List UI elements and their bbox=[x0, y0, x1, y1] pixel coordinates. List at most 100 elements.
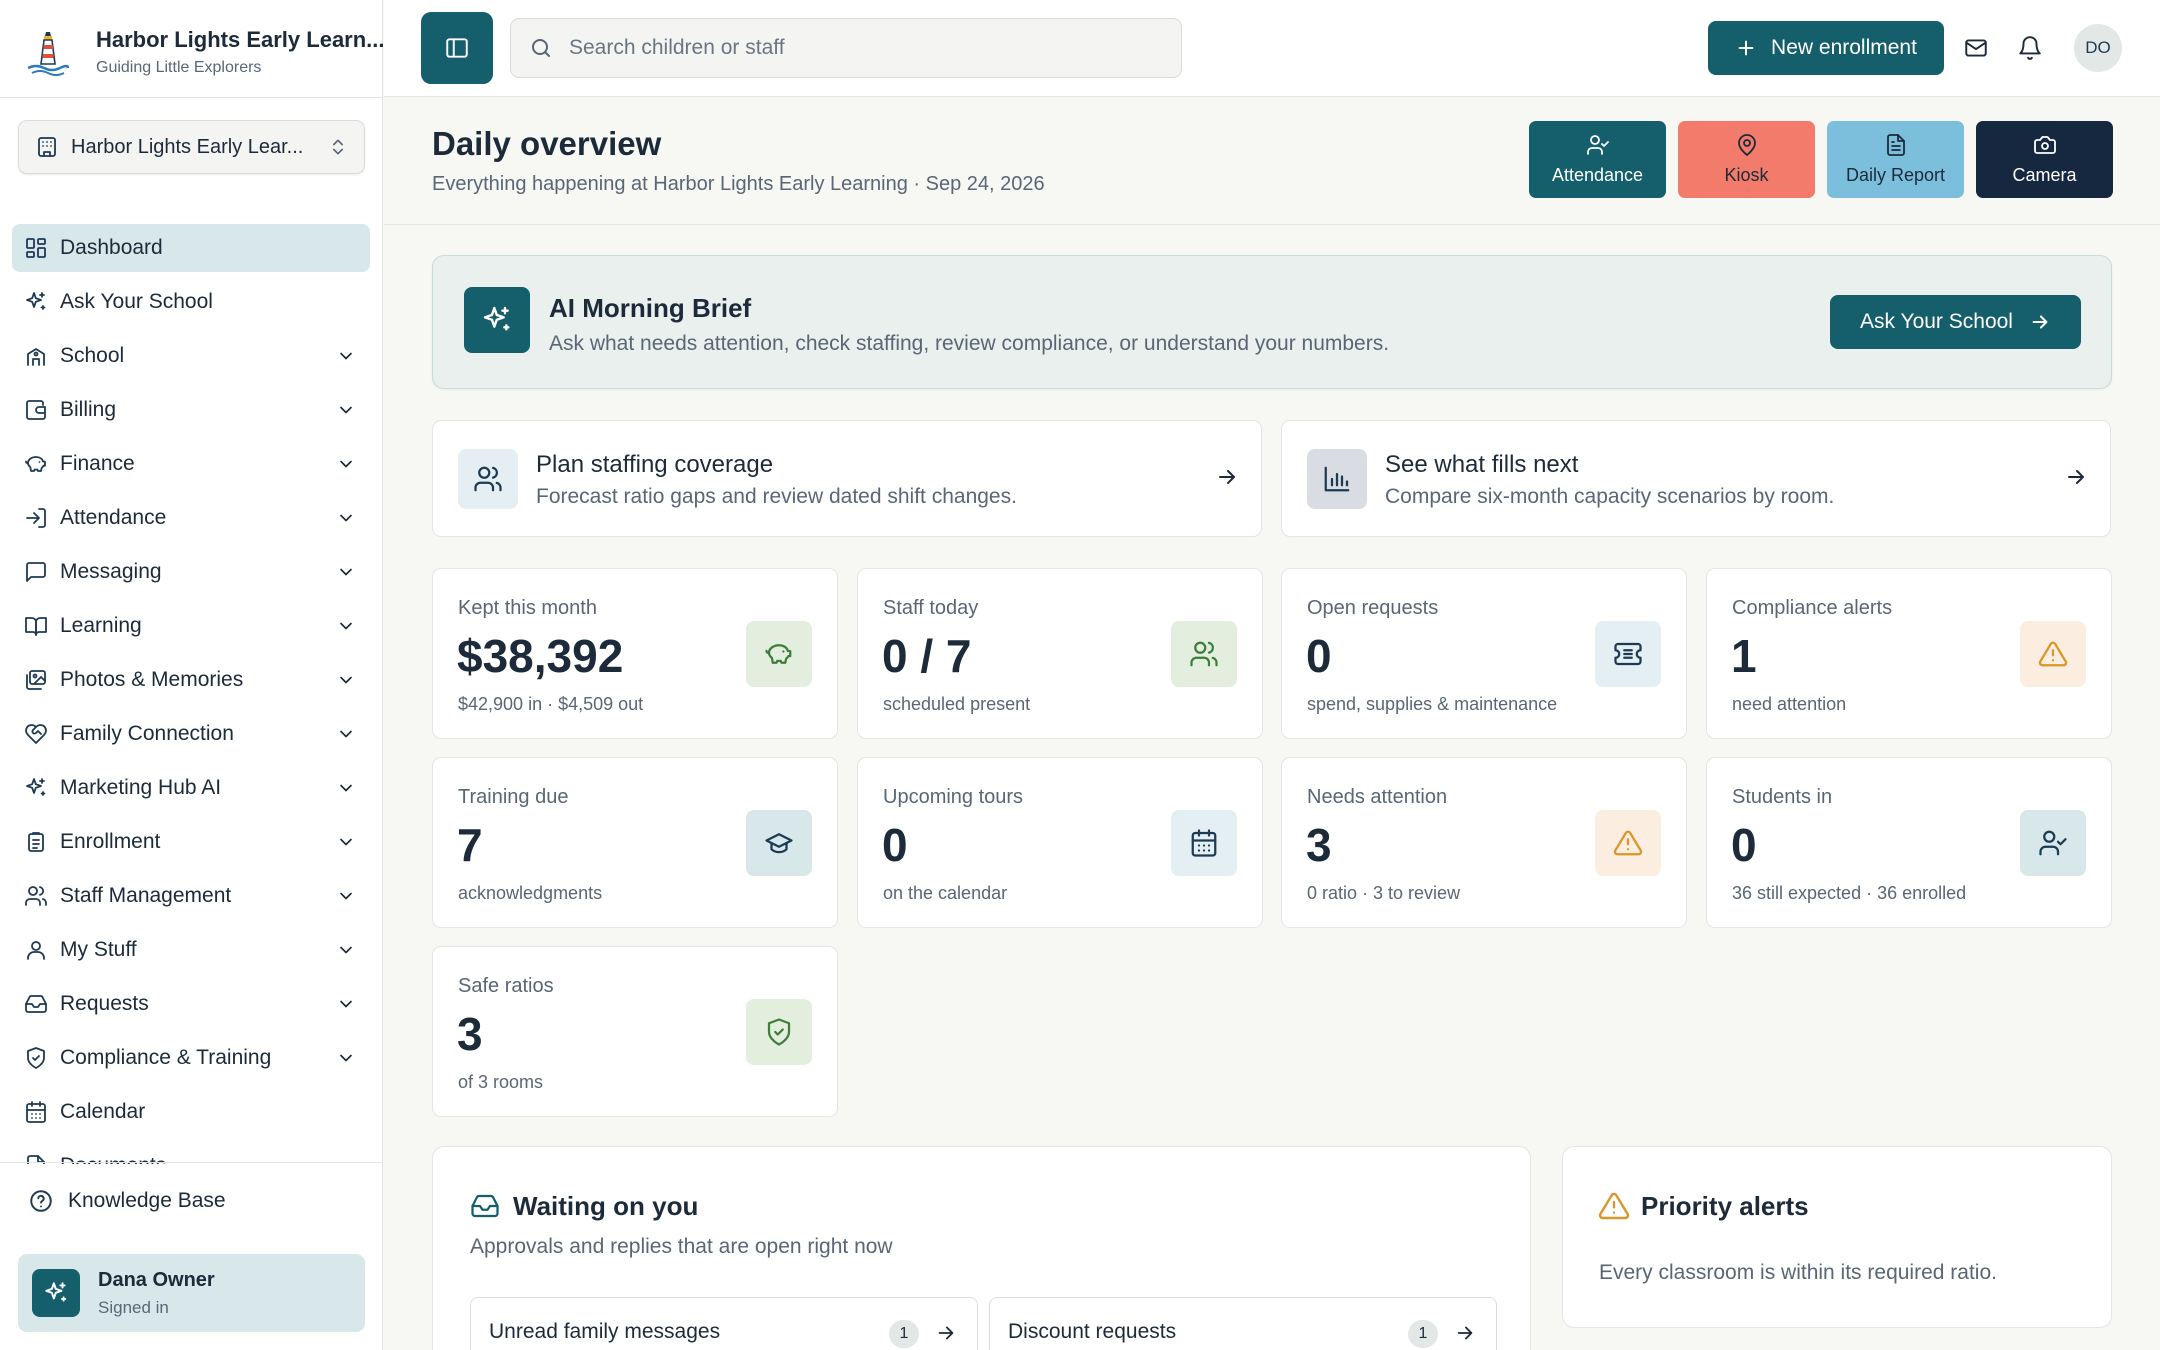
waiting-item-unread-family-messages[interactable]: Unread family messages 1 bbox=[470, 1297, 978, 1350]
stat-card-compliance-alerts[interactable]: Compliance alerts 1 need attention bbox=[1706, 568, 2112, 739]
link-card-see-what-fills-next[interactable]: See what fills next Compare six-month cap… bbox=[1281, 420, 2111, 537]
sidebar-item-documents[interactable]: Documents bbox=[12, 1142, 370, 1164]
shield-check-icon bbox=[24, 1046, 48, 1070]
user-name: Dana Owner bbox=[98, 1268, 215, 1291]
search-box[interactable] bbox=[510, 18, 1182, 78]
sidebar-item-label: Dashboard bbox=[60, 236, 163, 259]
sidebar-item-label: Enrollment bbox=[60, 830, 161, 853]
clipboard-icon bbox=[24, 830, 48, 854]
stat-subtext: $42,900 in · $4,509 out bbox=[458, 694, 644, 714]
user-avatar-button[interactable]: DO bbox=[2074, 24, 2122, 72]
topbar: New enrollment DO bbox=[384, 0, 2160, 97]
sidebar-item-label: Photos & Memories bbox=[60, 668, 244, 691]
chevron-down-icon bbox=[336, 832, 356, 852]
message-square-icon bbox=[24, 560, 48, 584]
alert-triangle-icon bbox=[1598, 1190, 1630, 1222]
stat-card-kept-this-month[interactable]: Kept this month $38,392 $42,900 in · $4,50… bbox=[432, 568, 838, 739]
sidebar-item-enrollment[interactable]: Enrollment bbox=[12, 818, 370, 866]
new-enrollment-label: New enrollment bbox=[1771, 36, 1917, 59]
stat-card-staff-today[interactable]: Staff today 0 / 7 scheduled present bbox=[857, 568, 1263, 739]
sidebar-item-attendance[interactable]: Attendance bbox=[12, 494, 370, 542]
sidebar-item-messaging[interactable]: Messaging bbox=[12, 548, 370, 596]
sidebar-item-compliance-and-training[interactable]: Compliance & Training bbox=[12, 1034, 370, 1082]
stat-card-needs-attention[interactable]: Needs attention 3 0 ratio · 3 to review bbox=[1281, 757, 1687, 928]
search-icon bbox=[529, 36, 553, 60]
new-enrollment-button[interactable]: New enrollment bbox=[1708, 21, 1944, 75]
school-selector[interactable]: Harbor Lights Early Lear... bbox=[18, 120, 365, 174]
brand[interactable]: Harbor Lights Early Learn... Guiding Lit… bbox=[24, 22, 385, 82]
users-icon bbox=[458, 449, 518, 509]
waiting-item-discount-requests[interactable]: Discount requests 1 bbox=[989, 1297, 1497, 1350]
ai-morning-brief: AI Morning Brief Ask what needs attentio… bbox=[432, 255, 2112, 389]
sidebar-item-calendar[interactable]: Calendar bbox=[12, 1088, 370, 1136]
chevron-down-icon bbox=[336, 670, 356, 690]
chevron-down-icon bbox=[336, 778, 356, 798]
stat-label: Training due bbox=[458, 786, 569, 808]
quick-action-daily-report[interactable]: Daily Report bbox=[1827, 121, 1964, 198]
sidebar-item-label: School bbox=[60, 344, 125, 367]
stat-card-training-due[interactable]: Training due 7 acknowledgments bbox=[432, 757, 838, 928]
ask-your-school-label: Ask Your School bbox=[1860, 310, 2013, 333]
plus-icon bbox=[1735, 37, 1757, 59]
sidebar-item-marketing-hub-ai[interactable]: Marketing Hub AI bbox=[12, 764, 370, 812]
sidebar-footer-divider bbox=[0, 1162, 383, 1163]
chevron-down-icon bbox=[336, 994, 356, 1014]
arrow-right-icon bbox=[1454, 1322, 1476, 1344]
stat-card-safe-ratios[interactable]: Safe ratios 3 of 3 rooms bbox=[432, 946, 838, 1117]
stat-subtext: acknowledgments bbox=[458, 883, 603, 903]
count-badge: 1 bbox=[889, 1320, 919, 1348]
sidebar-item-ask-your-school[interactable]: Ask Your School bbox=[12, 278, 370, 326]
stat-subtext: 36 still expected · 36 enrolled bbox=[1732, 883, 1967, 903]
page-title: Daily overview bbox=[432, 125, 662, 162]
users-icon bbox=[24, 884, 48, 908]
sidebar-item-label: Ask Your School bbox=[60, 290, 213, 313]
user-card[interactable]: Dana Owner Signed in bbox=[18, 1254, 365, 1332]
stat-card-open-requests[interactable]: Open requests 0 spend, supplies & maintena… bbox=[1281, 568, 1687, 739]
sidebar-item-learning[interactable]: Learning bbox=[12, 602, 370, 650]
knowledge-base-link[interactable]: Knowledge Base bbox=[28, 1188, 226, 1214]
ask-your-school-button[interactable]: Ask Your School bbox=[1830, 295, 2081, 349]
user-icon bbox=[24, 938, 48, 962]
sidebar-item-label: Compliance & Training bbox=[60, 1046, 272, 1069]
link-card-plan-staffing-coverage[interactable]: Plan staffing coverage Forecast ratio gap… bbox=[432, 420, 1262, 537]
waiting-title: Waiting on you bbox=[513, 1191, 699, 1221]
sidebar-item-family-connection[interactable]: Family Connection bbox=[12, 710, 370, 758]
link-card-subtitle: Compare six-month capacity scenarios by … bbox=[1385, 485, 1835, 508]
login-icon bbox=[24, 506, 48, 530]
stat-card-students-in[interactable]: Students in 0 36 still expected · 36 enrol… bbox=[1706, 757, 2112, 928]
link-card-subtitle: Forecast ratio gaps and review dated shi… bbox=[536, 485, 1017, 508]
sidebar-item-dashboard[interactable]: Dashboard bbox=[12, 224, 370, 272]
stat-label: Open requests bbox=[1307, 597, 1439, 619]
sidebar-item-my-stuff[interactable]: My Stuff bbox=[12, 926, 370, 974]
quick-action-kiosk[interactable]: Kiosk bbox=[1678, 121, 1815, 198]
priority-alerts-panel: Priority alerts Every classroom is withi… bbox=[1562, 1146, 2112, 1328]
arrow-right-icon bbox=[2032, 315, 2048, 329]
stat-card-upcoming-tours[interactable]: Upcoming tours 0 on the calendar bbox=[857, 757, 1263, 928]
stat-subtext: need attention bbox=[1732, 694, 1847, 714]
graduation-cap-icon bbox=[746, 810, 812, 876]
sidebar-item-staff-management[interactable]: Staff Management bbox=[12, 872, 370, 920]
alert-triangle-icon bbox=[1595, 810, 1661, 876]
help-circle-icon bbox=[28, 1188, 54, 1214]
mail-icon[interactable] bbox=[1958, 30, 1994, 66]
sidebar-toggle-button[interactable] bbox=[421, 12, 493, 84]
brand-name: Harbor Lights Early Learn... bbox=[96, 27, 385, 52]
sidebar-item-photos-and-memories[interactable]: Photos & Memories bbox=[12, 656, 370, 704]
chevron-down-icon bbox=[336, 616, 356, 636]
stat-value: 0 bbox=[882, 819, 908, 871]
sidebar: Harbor Lights Early Learn... Guiding Lit… bbox=[0, 0, 385, 1350]
search-input[interactable] bbox=[569, 36, 1149, 60]
sidebar-item-requests[interactable]: Requests bbox=[12, 980, 370, 1028]
sidebar-item-billing[interactable]: Billing bbox=[12, 386, 370, 434]
sidebar-item-label: Family Connection bbox=[60, 722, 234, 745]
quick-action-label: Attendance bbox=[1551, 165, 1644, 185]
quick-action-camera[interactable]: Camera bbox=[1976, 121, 2113, 198]
waiting-on-you-panel: Waiting on you Approvals and replies tha… bbox=[432, 1146, 1531, 1350]
quick-action-attendance[interactable]: Attendance bbox=[1529, 121, 1666, 198]
bell-icon[interactable] bbox=[2012, 30, 2048, 66]
bar-chart-icon bbox=[1307, 449, 1367, 509]
sidebar-item-school[interactable]: School bbox=[12, 332, 370, 380]
stat-value: 1 bbox=[1731, 630, 1757, 682]
sidebar-item-finance[interactable]: Finance bbox=[12, 440, 370, 488]
brief-title: AI Morning Brief bbox=[549, 293, 752, 323]
